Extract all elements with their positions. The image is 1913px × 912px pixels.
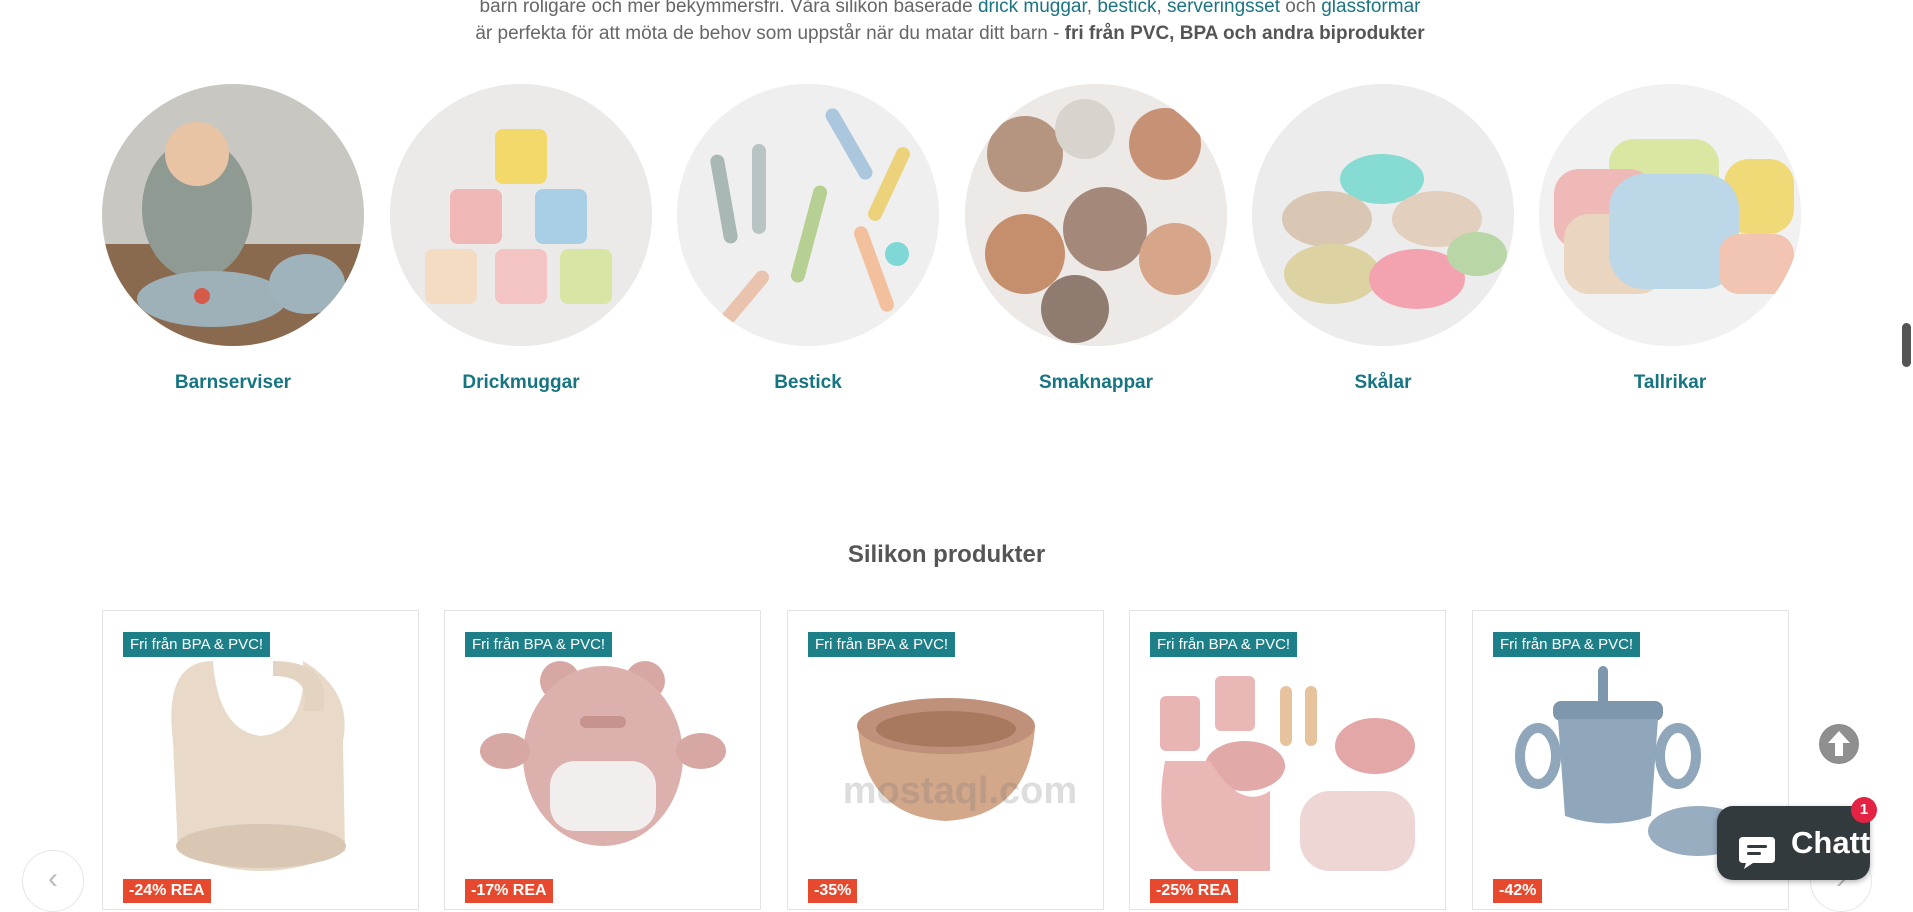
product-card[interactable]: Fri från BPA & PVC! -17% REA — [444, 610, 761, 910]
category-label[interactable]: Bestick — [677, 372, 939, 394]
sale-badge: -25% REA — [1150, 879, 1238, 903]
feeders-photo[interactable] — [965, 84, 1227, 346]
separator: och — [1280, 0, 1322, 17]
category-label[interactable]: Drickmuggar — [390, 372, 652, 394]
category-list: Barnserviser Drickmuggar Bestick Smaknap… — [102, 84, 1802, 404]
product-card[interactable]: Fri från BPA & PVC! -24% REA — [102, 610, 419, 910]
cutlery-photo[interactable] — [677, 84, 939, 346]
product-card[interactable]: Fri från BPA & PVC! -25% REA — [1129, 610, 1446, 910]
sale-badge: -35% — [808, 879, 858, 903]
scrollbar-thumb[interactable] — [1902, 323, 1911, 367]
bowl-photo[interactable] — [808, 641, 1085, 881]
category-drickmuggar[interactable]: Drickmuggar — [390, 84, 652, 394]
baby-eating-photo[interactable] — [102, 84, 364, 346]
arrow-up-icon — [1820, 725, 1858, 763]
section-title: Silikon produkter — [847, 541, 1046, 568]
product-badge: Fri från BPA & PVC! — [123, 632, 271, 657]
sale-badge: -24% REA — [123, 879, 211, 903]
separator: , — [1086, 0, 1098, 17]
product-badge: Fri från BPA & PVC! — [1493, 632, 1641, 657]
teether-photo[interactable] — [465, 641, 742, 881]
category-skalar[interactable]: Skålar — [1252, 84, 1514, 394]
intro-highlight: fri från PVC, BPA och andra biprodukter — [1064, 23, 1425, 44]
intro-text: barn roligare och mer bekymmersfri. Våra… — [479, 0, 978, 17]
chat-button[interactable]: Chatt — [1717, 806, 1870, 880]
page-scrollbar[interactable] — [1899, 0, 1913, 903]
category-tallrikar[interactable]: Tallrikar — [1539, 84, 1801, 394]
product-badge: Fri från BPA & PVC! — [808, 632, 956, 657]
intro-text: är perfekta för att möta de behov som up… — [475, 23, 1065, 44]
intro-line-2: är perfekta för att möta de behov som up… — [0, 17, 1900, 51]
sale-badge: -42% — [1493, 879, 1543, 903]
link-drick-muggar[interactable]: drick muggar — [978, 0, 1087, 17]
watermark: mostaql.com — [842, 770, 1078, 812]
bib-photo[interactable] — [123, 641, 400, 881]
feeding-set-photo[interactable] — [1150, 641, 1427, 881]
category-label[interactable]: Tallrikar — [1539, 372, 1801, 394]
link-glassformar[interactable]: glassformar — [1321, 0, 1420, 17]
sale-badge: -17% REA — [465, 879, 553, 903]
bowls-photo[interactable] — [1252, 84, 1514, 346]
chat-bubble-icon — [1737, 824, 1777, 898]
separator: , — [1156, 0, 1168, 17]
product-card[interactable]: Fri från BPA & PVC! -35% — [787, 610, 1104, 910]
category-label[interactable]: Skålar — [1252, 372, 1514, 394]
category-bestick[interactable]: Bestick — [677, 84, 939, 394]
product-badge: Fri från BPA & PVC! — [465, 632, 613, 657]
category-barnserviser[interactable]: Barnserviser — [102, 84, 364, 394]
chat-notification-badge: 1 — [1851, 797, 1877, 823]
category-smaknappar[interactable]: Smaknappar — [965, 84, 1227, 394]
category-label[interactable]: Barnserviser — [102, 372, 364, 394]
link-bestick[interactable]: bestick — [1097, 0, 1156, 17]
plates-photo[interactable] — [1539, 84, 1801, 346]
link-serveringsset[interactable]: serveringsset — [1167, 0, 1280, 17]
scroll-to-top-button[interactable] — [1819, 724, 1859, 764]
cups-photo[interactable] — [390, 84, 652, 346]
category-label[interactable]: Smaknappar — [965, 372, 1227, 394]
product-carousel: Fri från BPA & PVC! -24% REA Fri från BP… — [102, 610, 1792, 910]
product-badge: Fri från BPA & PVC! — [1150, 632, 1298, 657]
